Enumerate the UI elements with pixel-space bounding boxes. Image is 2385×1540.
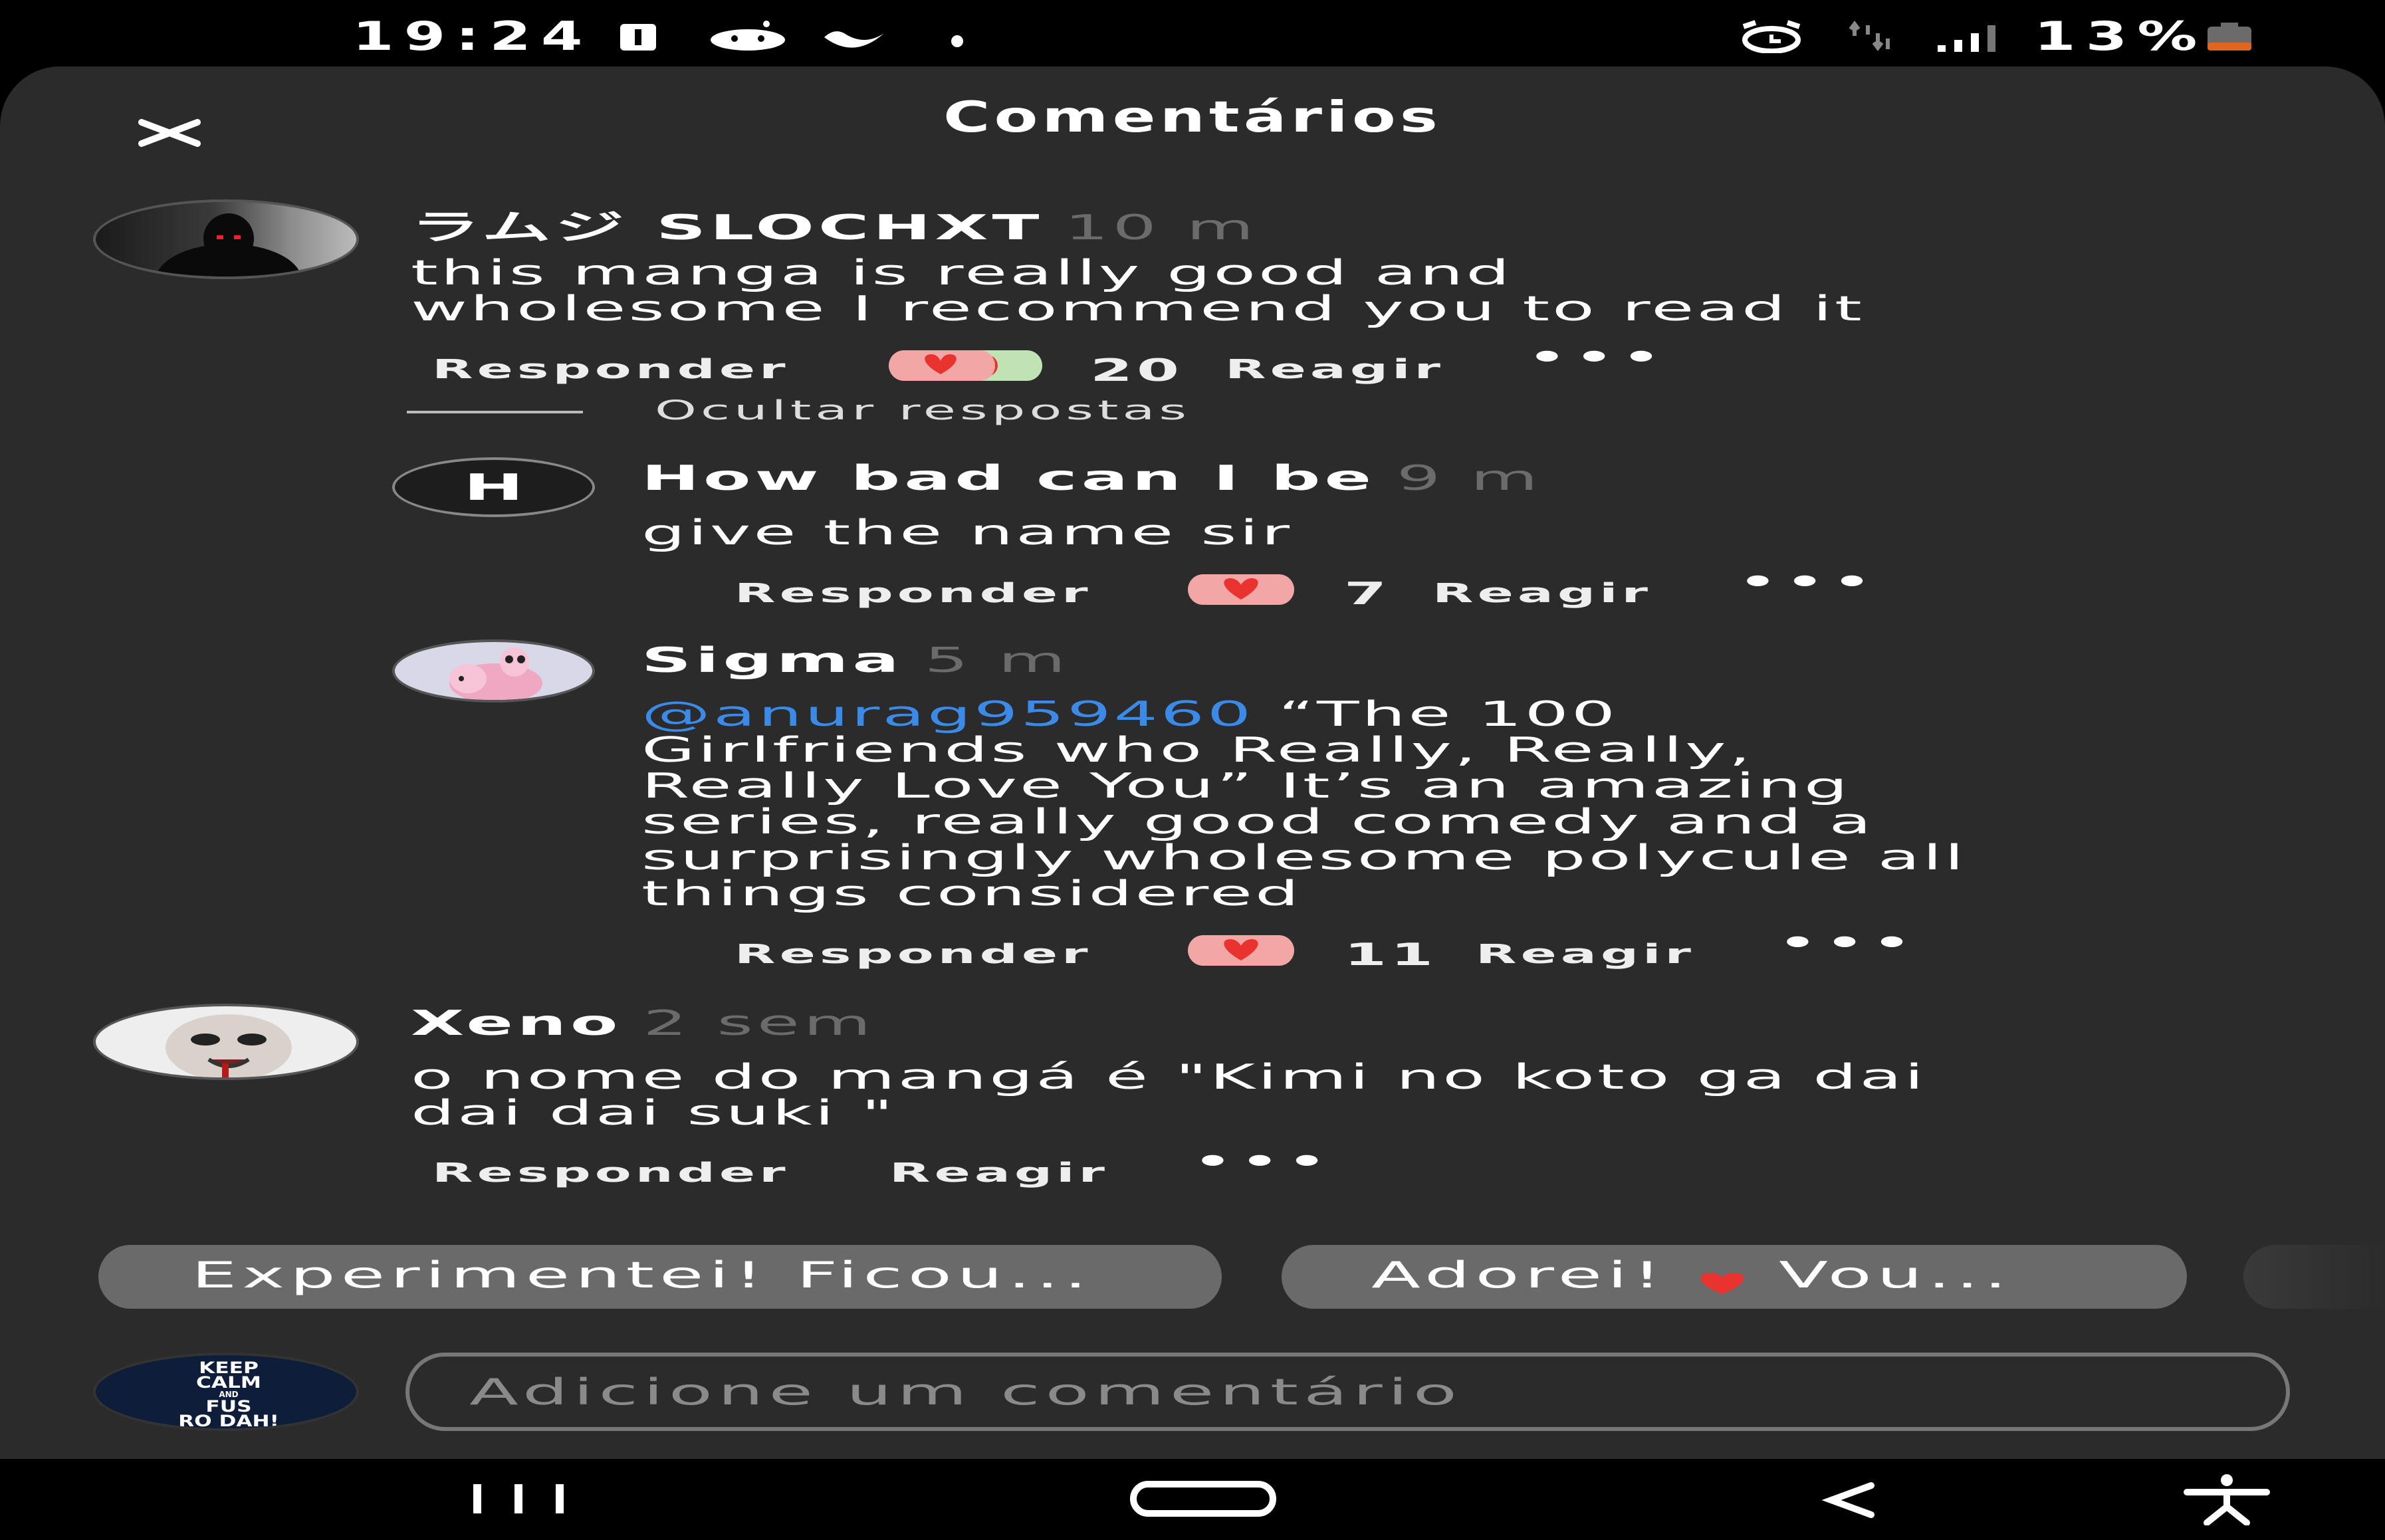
comment-time: 10 m: [1064, 208, 1258, 248]
avatar-letter: H: [463, 466, 524, 508]
comment-text-line: dai dai suki ": [411, 1093, 896, 1133]
avatar-cartoon-icon: [449, 647, 542, 700]
quick-reply-chip[interactable]: [2243, 1245, 2385, 1309]
comment-text-line: surprisingly wholesome polycule all: [641, 838, 1967, 878]
react-button[interactable]: Reagir: [1225, 354, 1444, 385]
chip-label: Vou...: [1779, 1254, 2013, 1296]
comment-text-line: Really Love You” It’s an amazing: [641, 766, 1851, 806]
comment-text-line: this manga is really good and: [411, 253, 1513, 293]
reaction-count: 20: [1090, 352, 1184, 388]
avatar[interactable]: [93, 199, 359, 279]
comment-text: this manga is really good and wholesome …: [411, 255, 1865, 327]
comment-text-line: wholesome I recommend you to read it: [411, 289, 1865, 329]
dot-icon: [951, 35, 963, 47]
avatar[interactable]: KEEP CALM AND FUS RO DAH!: [93, 1353, 359, 1431]
reaction-count: 7: [1344, 576, 1391, 611]
recent-apps-icon[interactable]: [465, 1472, 572, 1525]
comment-text: o nome do mangá é "Kimi no koto ga dai d…: [411, 1059, 1926, 1131]
avatar-figure-icon: [156, 213, 302, 276]
comment-author-row: Sigma 5 m: [641, 641, 1070, 681]
quick-reply-chip[interactable]: Adorei! Vou...: [1282, 1245, 2187, 1309]
comment-text-span: “The 100: [1254, 695, 1619, 734]
comment-text: give the name sir: [641, 515, 1292, 551]
reply-button[interactable]: Responder: [735, 578, 1092, 609]
comment-composer: [405, 1353, 2311, 1431]
comment-author[interactable]: ラムジ SLOCHXT: [411, 208, 1043, 248]
reaction-count: 11: [1344, 936, 1438, 972]
reaction-heart-icon[interactable]: [887, 349, 1044, 382]
comment-text-line: give the name sir: [641, 513, 1293, 553]
comment-text-line: series, really good comedy and a: [641, 802, 1874, 842]
comment-author-row: ラムジ SLOCHXT 10 m: [411, 199, 1258, 249]
reply-button[interactable]: Responder: [432, 1158, 790, 1188]
comment-text-line: things considered: [641, 874, 1302, 914]
chip-label: Experimentei! Ficou...: [191, 1254, 1093, 1296]
reaction-heart-icon[interactable]: [1187, 573, 1296, 606]
battery-icon: [2208, 23, 2251, 51]
avatar-face-icon: [166, 1014, 292, 1077]
more-options-button[interactable]: •••: [1738, 564, 1879, 600]
status-bar: 19:24 13%: [0, 0, 2385, 66]
back-icon[interactable]: [1818, 1472, 1884, 1525]
avatar-text: RO DAH!: [178, 1412, 279, 1430]
reply-button[interactable]: Responder: [735, 939, 1092, 970]
battery-saver-icon: [620, 24, 656, 51]
comment-author[interactable]: How bad can I be: [641, 459, 1375, 498]
comment-author-row: How bad can I be 9 m: [641, 459, 1542, 498]
comment-author[interactable]: Xeno: [411, 1004, 622, 1044]
nav-bar: [0, 1459, 2385, 1540]
heart-icon: [1695, 1264, 1751, 1295]
battery-percent: 13%: [2034, 13, 2208, 60]
comment-time: 2 sem: [643, 1004, 875, 1044]
hide-replies-button[interactable]: Ocultar respostas: [655, 395, 1191, 426]
alarm-icon: [1742, 20, 1801, 53]
comment-text-line: Girlfriends who Really, Really,: [641, 730, 1754, 770]
more-options-button[interactable]: •••: [1778, 925, 1919, 960]
divider: [407, 411, 583, 413]
react-button[interactable]: Reagir: [1432, 578, 1652, 609]
moon-icon: [824, 31, 884, 48]
reddit-icon: [711, 21, 785, 51]
reaction-heart-icon[interactable]: [1187, 934, 1296, 967]
chip-label: Adorei!: [1371, 1254, 1667, 1296]
comment-text-line: @anurag959460 “The 100: [641, 697, 1966, 732]
quick-reply-chip[interactable]: Experimentei! Ficou...: [98, 1245, 1222, 1309]
sheet-title-row: Comentários: [0, 93, 2385, 142]
accessibility-icon[interactable]: [2180, 1472, 2273, 1525]
comment-time: 5 m: [924, 641, 1070, 681]
status-time: 19:24: [352, 13, 593, 60]
avatar[interactable]: [392, 639, 595, 703]
react-button[interactable]: Reagir: [1476, 939, 1695, 970]
comment-author-row: Xeno 2 sem: [411, 1004, 875, 1044]
chip-label-row: Adorei! Vou...: [1371, 1254, 2012, 1296]
react-button[interactable]: Reagir: [889, 1158, 1109, 1188]
comment-author[interactable]: Sigma: [641, 641, 903, 681]
avatar[interactable]: H: [392, 457, 595, 517]
comment-time: 9 m: [1397, 459, 1542, 498]
avatar[interactable]: [93, 1004, 359, 1080]
signal-icon: [1938, 25, 1995, 52]
comment-text: @anurag959460 “The 100 Girlfriends who R…: [641, 697, 1966, 912]
reply-button[interactable]: Responder: [432, 354, 790, 385]
mention-link[interactable]: @anurag959460: [641, 695, 1254, 734]
more-options-button[interactable]: •••: [1193, 1143, 1334, 1179]
page-title: Comentários: [943, 93, 1442, 142]
more-options-button[interactable]: •••: [1528, 339, 1668, 375]
avatar-keep-calm: KEEP CALM AND FUS RO DAH!: [96, 1360, 356, 1430]
comment-text-line: o nome do mangá é "Kimi no koto ga dai: [411, 1057, 1926, 1097]
avatar-text: CALM: [196, 1373, 261, 1392]
data-arrows-icon: [1849, 21, 1890, 51]
home-icon[interactable]: [1127, 1472, 1280, 1525]
comment-input[interactable]: [409, 1357, 2311, 1427]
